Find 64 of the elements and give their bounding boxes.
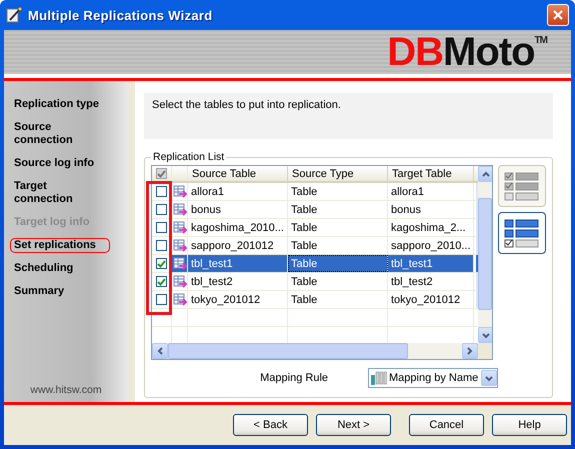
row-checkbox[interactable] [156, 240, 167, 251]
table-cell: sapporo_201012 [188, 237, 288, 254]
table-icon [172, 274, 186, 288]
sidebar-step[interactable]: Summary [10, 284, 110, 299]
table-icon [172, 292, 186, 306]
table-cell: tbl_test1 [188, 255, 288, 272]
columns-icon [371, 371, 387, 385]
table-cell: Table [288, 255, 388, 272]
row-checkbox[interactable] [156, 186, 167, 197]
table-icon [172, 184, 186, 198]
table-icon [172, 220, 186, 234]
instruction-text: Select the tables to put into replication. [144, 93, 553, 139]
scrollbar-thumb[interactable] [168, 343, 408, 359]
row-checkbox[interactable] [156, 276, 167, 287]
table-cell: Table [288, 219, 388, 236]
table-cell: Table [288, 291, 388, 308]
row-checkbox[interactable] [156, 258, 167, 269]
selected-list-icon [504, 218, 540, 248]
wizard-button[interactable]: Help [492, 414, 567, 436]
wizard-button[interactable]: < Back [233, 414, 308, 436]
horizontal-scrollbar[interactable] [152, 343, 478, 359]
table-icon [172, 256, 186, 270]
table-cell: Table [288, 201, 388, 218]
table-cell: tbl_test2 [188, 273, 288, 290]
row-checkbox[interactable] [156, 204, 167, 215]
table-cell: Table [288, 237, 388, 254]
select-all-checkbox[interactable] [156, 168, 167, 179]
sidebar-step[interactable]: Set replications [10, 238, 110, 253]
column-header[interactable]: Source Table [188, 166, 288, 181]
table-cell: allora1 [188, 183, 288, 200]
table-icon [172, 202, 186, 216]
table-cell: tbl_test2 [388, 273, 474, 290]
view-toggle-button[interactable] [498, 212, 546, 254]
wizard-button[interactable]: Cancel [409, 414, 484, 436]
wand-icon [6, 7, 22, 23]
scrollbar-thumb[interactable] [478, 198, 492, 310]
vertical-scrollbar[interactable] [478, 166, 492, 343]
close-button[interactable] [547, 4, 569, 26]
table-cell: tbl_test1 [388, 255, 474, 272]
table-cell: Table [288, 273, 388, 290]
window-title: Multiple Replications Wizard [28, 8, 214, 22]
close-icon [552, 9, 564, 21]
wizard-button[interactable]: Next > [316, 414, 391, 436]
sidebar-step[interactable]: Source log info [10, 156, 110, 171]
checked-list-icon [504, 171, 540, 201]
scrollbar-corner [478, 343, 492, 359]
table-icon [172, 238, 186, 252]
table-cell: allora1 [388, 183, 474, 200]
sidebar-step[interactable]: Replication type [10, 97, 110, 112]
table-cell: sapporo_2010... [388, 237, 474, 254]
mapping-rule-dropdown[interactable]: Mapping by Name [368, 368, 498, 388]
sidebar-step[interactable]: Target connection [10, 179, 110, 207]
group-title: Replication List [152, 151, 226, 163]
sidebar-step[interactable]: Source connection [10, 120, 110, 148]
column-header[interactable]: Source Type [288, 166, 388, 181]
table-cell: tokyo_201012 [188, 291, 288, 308]
table-cell: tokyo_201012 [388, 291, 474, 308]
column-header[interactable]: Target Table [388, 166, 474, 181]
sidebar-step[interactable]: Scheduling [10, 261, 110, 276]
mapping-rule-label: Mapping Rule [260, 372, 328, 384]
row-checkbox[interactable] [156, 222, 167, 233]
row-checkbox[interactable] [156, 294, 167, 305]
table-cell: Table [288, 183, 388, 200]
view-toggle-button[interactable] [498, 165, 546, 207]
